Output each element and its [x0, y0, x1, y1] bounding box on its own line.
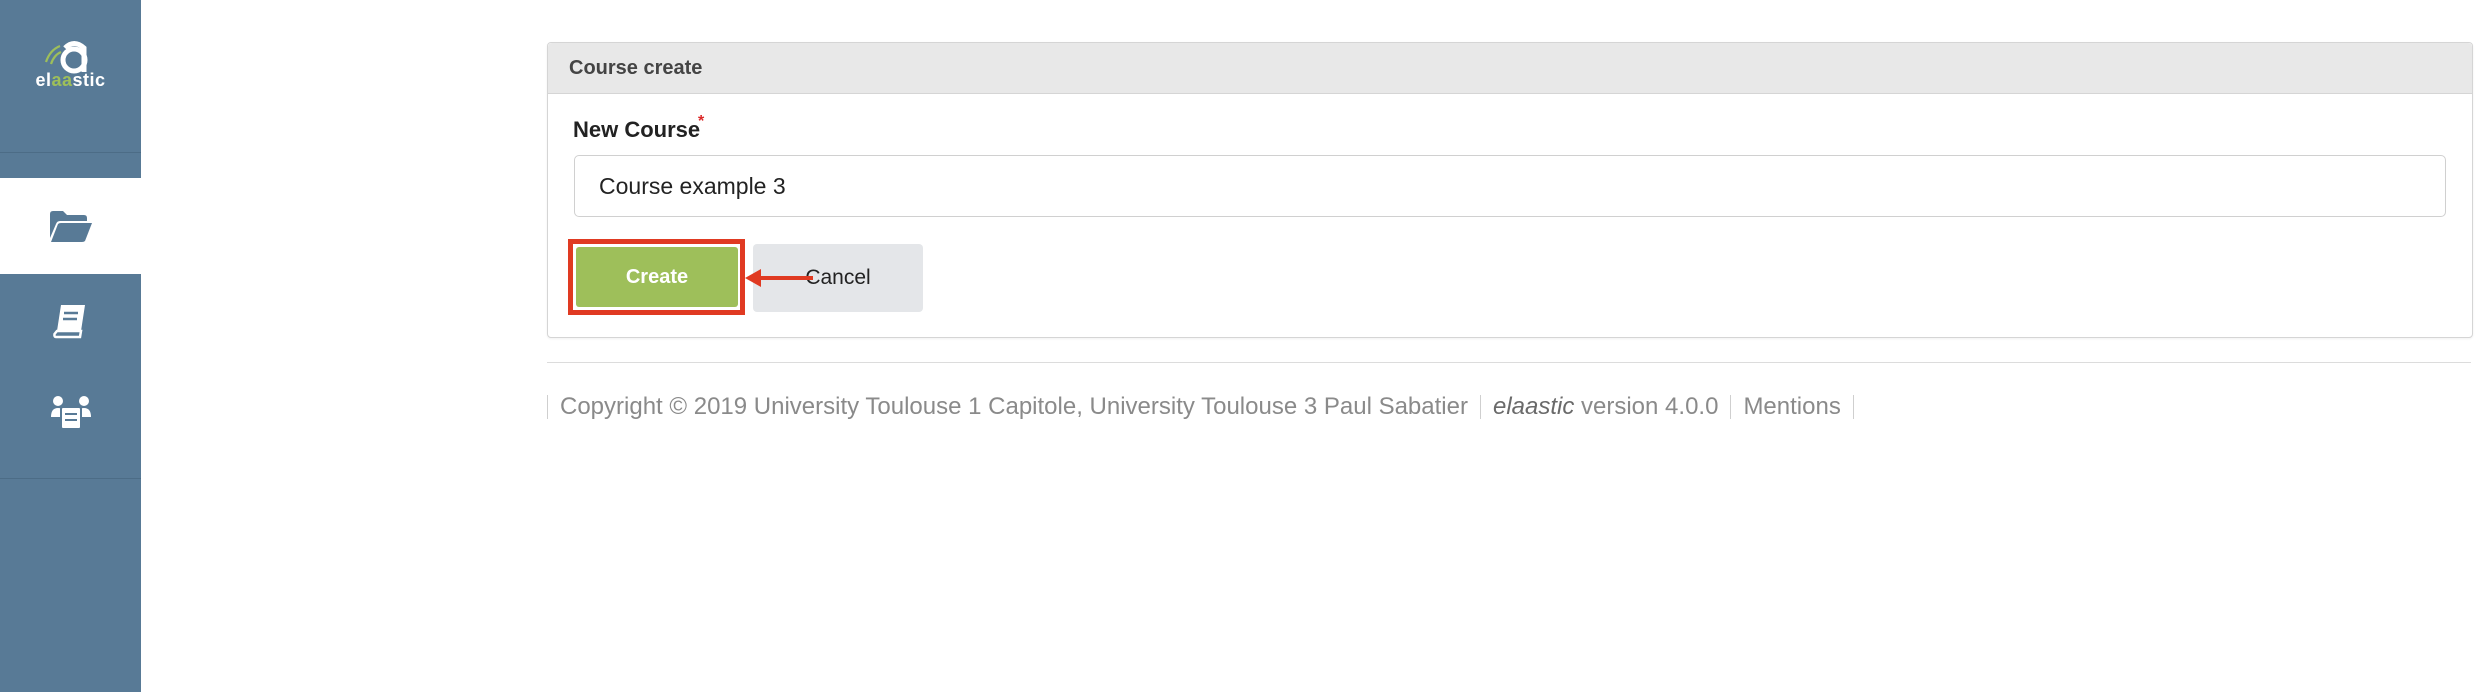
sidebar-item-courses[interactable]: [0, 178, 141, 274]
footer-divider: [547, 362, 2471, 363]
footer-separator: [1479, 395, 1481, 419]
people-board-icon: [50, 396, 91, 430]
card-header: Course create: [548, 43, 2472, 94]
mentions-link[interactable]: Mentions: [1743, 393, 1840, 421]
sidebar: elaastic: [0, 0, 141, 692]
app-name: elaastic: [1492, 393, 1575, 420]
footer-separator: [1730, 395, 1732, 419]
sidebar-item-subjects[interactable]: [0, 273, 141, 369]
folder-open-icon: [49, 211, 92, 242]
app-logo[interactable]: elaastic: [0, 0, 141, 153]
course-create-card: Course create New Course * Create Cancel: [547, 42, 2473, 338]
course-name-input[interactable]: [574, 155, 2446, 217]
copyright-text: Copyright © 2019 University Toulouse 1 C…: [560, 393, 1468, 420]
pointer-arrow-icon: [745, 269, 813, 287]
footer-separator: [1852, 395, 1854, 419]
create-button[interactable]: Create: [576, 247, 738, 307]
footer: Copyright © 2019 University Toulouse 1 C…: [547, 392, 1866, 422]
sidebar-item-lectures[interactable]: [0, 365, 141, 461]
sidebar-divider: [0, 478, 141, 479]
book-icon: [52, 305, 85, 339]
version-info: elaastic version 4.0.0: [1493, 393, 1718, 421]
footer-separator: [547, 395, 548, 419]
new-course-label: New Course: [573, 117, 701, 142]
version-text: version 4.0.0: [1574, 393, 1719, 420]
logo-text: elaastic: [35, 70, 106, 90]
required-marker: *: [698, 113, 705, 130]
